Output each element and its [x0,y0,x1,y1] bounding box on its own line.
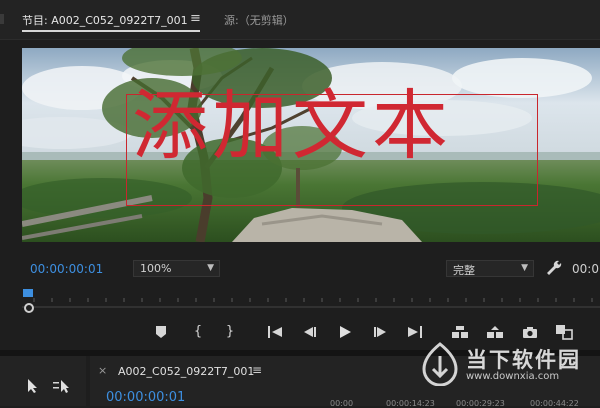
panel-edge-mark [0,14,4,24]
go-to-in-icon [268,326,282,338]
comparison-view-button[interactable] [554,322,574,342]
program-video-frame[interactable]: 添加文本 [22,48,600,242]
extract-button[interactable] [485,322,505,342]
overlay-title-text[interactable]: 添加文本 [132,78,542,174]
comparison-icon [556,325,573,340]
chevron-down-icon: ▼ [521,263,528,273]
step-back-button[interactable] [300,322,320,342]
program-monitor-tabbar: 节目: A002_C052_0922T7_001 ≡ 源:（无剪辑） [0,0,600,40]
tab-program[interactable]: 节目: A002_C052_0922T7_001 [22,12,188,28]
zoom-handle[interactable] [24,303,34,313]
timeline-timecode[interactable]: 00:00:00:01 [106,390,185,405]
hamburger-icon[interactable]: ≡ [252,363,262,377]
playback-resolution-select[interactable]: 完整 ▼ [446,260,534,277]
tools-panel [0,356,86,406]
play-icon [340,326,351,338]
mark-out-button[interactable]: } [220,322,240,342]
step-forward-button[interactable] [370,322,390,342]
chevron-down-icon: ▼ [207,263,214,273]
wrench-icon[interactable] [545,259,563,277]
step-back-icon [304,327,316,337]
go-to-out-button[interactable] [405,322,425,342]
mark-out-icon: } [225,324,235,339]
playhead-timecode[interactable]: 00:00:00:01 [30,262,103,276]
close-icon[interactable]: × [98,364,107,377]
tab-sequence[interactable]: A002_C052_0922T7_001 [118,365,254,378]
extract-icon [487,326,503,338]
step-forward-icon [374,327,386,337]
hamburger-icon[interactable]: ≡ [190,11,201,26]
go-to-out-icon [408,326,422,338]
timeline-ruler-label: 00:00:44:22 [530,399,579,408]
camera-icon [523,327,537,338]
lift-icon [452,326,468,338]
watermark-logo-icon [422,342,458,386]
mark-in-button[interactable]: { [188,322,208,342]
zoom-value: 100% [140,262,172,275]
watermark-url: www.downxia.com [466,371,560,382]
selection-tool-icon[interactable] [26,378,40,394]
playhead-marker[interactable] [23,289,33,297]
duration-timecode: 00:0 [572,262,599,276]
mini-timeline-ruler[interactable] [22,288,600,310]
active-tab-underline [22,30,200,32]
tab-source[interactable]: 源:（无剪辑） [224,12,294,28]
timeline-ruler-label: 00:00 [330,399,354,408]
marker-icon [156,326,166,338]
resolution-value: 完整 [453,264,475,277]
track-select-tool-icon[interactable] [52,378,74,394]
timeline-ruler-label: 00:00:14:23 [386,399,435,408]
export-frame-button[interactable] [520,322,540,342]
zoom-select[interactable]: 100% ▼ [133,260,220,277]
timeline-ruler-label: 00:00:29:23 [456,399,505,408]
go-to-in-button[interactable] [265,322,285,342]
mark-in-icon: { [193,324,203,339]
watermark-name: 当下软件园 [466,348,581,372]
add-marker-button[interactable] [151,322,171,342]
play-button[interactable] [335,322,355,342]
lift-button[interactable] [450,322,470,342]
